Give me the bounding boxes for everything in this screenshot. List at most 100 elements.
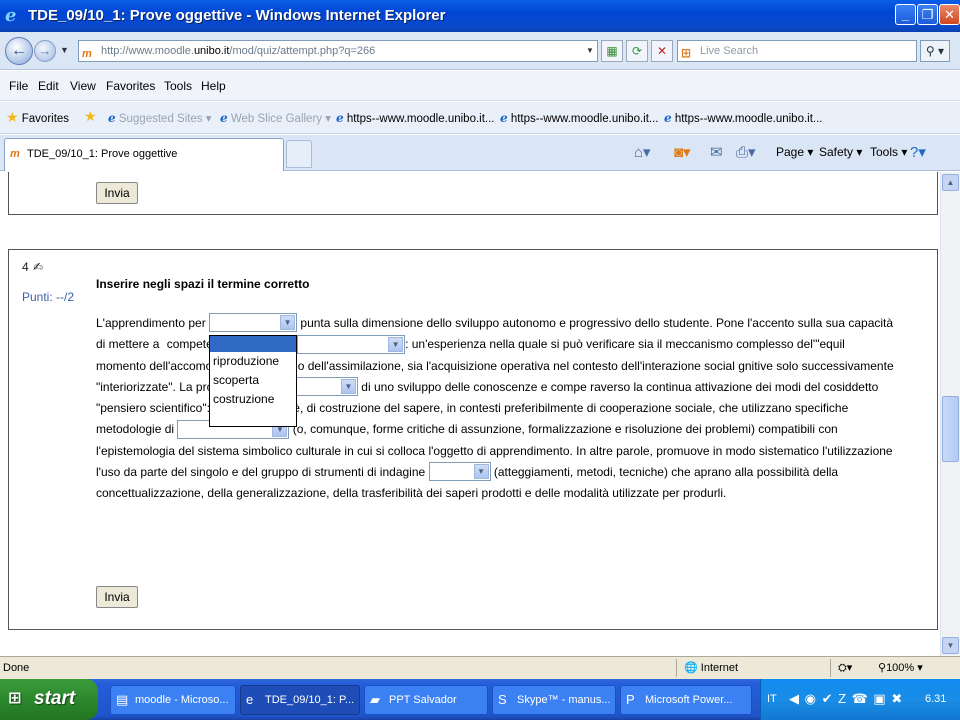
url-prefix: http://www.moodle. (101, 45, 194, 57)
menu-help[interactable]: Help (201, 79, 226, 93)
favorite-suggested-sites[interactable]: e Suggested Sites ▾ (108, 111, 212, 125)
dropdown-option-costruzione[interactable]: costruzione (210, 390, 296, 409)
ie-page-icon: e (336, 111, 344, 125)
favorite-moodle-link-3[interactable]: e https--www.moodle.unibo.it... (664, 111, 823, 125)
refresh-icon[interactable]: ⟳ (626, 40, 648, 62)
submit-button[interactable]: Invia (96, 586, 138, 608)
menu-file[interactable]: File (9, 79, 28, 93)
safety-menu[interactable]: Safety ▾ (819, 145, 862, 159)
menu-bar: File Edit View Favorites Tools Help (0, 71, 960, 101)
url-dropdown-icon[interactable]: ▼ (583, 41, 597, 61)
favorites-star-icon: ★ (6, 109, 19, 125)
favorites-button[interactable]: ★ Favorites (6, 109, 69, 126)
read-mail-icon[interactable]: ✉ (710, 143, 723, 161)
search-input[interactable]: ⊞ Live Search (677, 40, 917, 62)
word-icon: ▤ (116, 692, 129, 707)
favorite-label: Suggested Sites ▾ (118, 113, 212, 125)
page-menu[interactable]: Page ▾ (776, 145, 813, 159)
ie-page-icon: e (664, 111, 672, 125)
back-button[interactable]: ← (5, 37, 33, 65)
start-button[interactable]: ⊞ start (0, 679, 98, 720)
scroll-down-icon[interactable]: ▼ (942, 637, 959, 654)
clock: 6.31 (925, 693, 947, 705)
language-indicator[interactable]: IT (767, 693, 777, 705)
system-tray: IT ◀ ◉ ✔ Z ☎ ▣ ✖ 6.31 (760, 679, 960, 720)
recent-pages-dropdown-icon[interactable]: ▼ (60, 45, 69, 55)
question-box: 4 ✍ Punti: --/2 Inserire negli spazi il … (8, 249, 938, 630)
tray-icons[interactable]: ◀ ◉ ✔ Z ☎ ▣ ✖ (789, 691, 903, 707)
new-tab-button[interactable] (286, 140, 312, 168)
url-host: unibo.it (193, 45, 230, 57)
moodle-favicon-icon: m (82, 48, 92, 60)
gap-select-1[interactable]: ▼ (209, 313, 298, 333)
stop-icon[interactable]: ✕ (651, 40, 673, 62)
minimize-button[interactable]: _ (895, 4, 916, 25)
favorite-web-slice-gallery[interactable]: e Web Slice Gallery ▾ (220, 111, 331, 125)
ie-page-icon: e (500, 111, 508, 125)
chevron-down-icon: ▼ (280, 315, 296, 331)
tools-menu[interactable]: Tools ▾ (870, 145, 907, 159)
gap-select-5[interactable]: ▼ (428, 462, 491, 482)
gap-select-1-options: riproduzione scoperta costruzione (209, 335, 297, 427)
chevron-down-icon: ▼ (388, 336, 404, 352)
edit-pencil-icon: ✍ (33, 260, 44, 274)
add-to-favorites-icon[interactable]: ★ (84, 108, 97, 125)
gap-select-2[interactable]: ▼ (297, 334, 406, 354)
menu-favorites[interactable]: Favorites (106, 79, 155, 93)
ie-page-icon: e (108, 111, 116, 125)
help-icon[interactable]: ?▾ (910, 143, 926, 161)
favorite-label: https--www.moodle.unibo.it... (674, 113, 823, 125)
address-toolbar: ← → ▼ m http://www.moodle.unibo.it/mod/q… (0, 32, 960, 70)
tab-active[interactable]: m TDE_09/10_1: Prove oggettive (4, 138, 284, 171)
compatibility-view-icon[interactable]: ▦ (601, 40, 623, 62)
globe-icon: 🌐 (684, 662, 698, 674)
favorite-moodle-link-2[interactable]: e https--www.moodle.unibo.it... (500, 111, 659, 125)
zoom-level[interactable]: ⚲100% ▾ (878, 661, 923, 674)
chevron-down-icon: ▼ (473, 464, 489, 480)
dropdown-option-riproduzione[interactable]: riproduzione (210, 352, 296, 371)
security-zone[interactable]: 🌐 Internet (684, 661, 738, 674)
task-word[interactable]: ▤ moodle - Microso... (110, 685, 236, 715)
url-input[interactable]: m http://www.moodle.unibo.it/mod/quiz/at… (78, 40, 598, 62)
folder-icon: ▰ (370, 692, 380, 707)
vertical-scrollbar[interactable]: ▲ ▼ (940, 172, 960, 656)
dropdown-option-scoperta[interactable]: scoperta (210, 371, 296, 390)
forward-button[interactable]: → (34, 40, 56, 62)
menu-edit[interactable]: Edit (38, 79, 59, 93)
maximize-button[interactable]: ❐ (917, 4, 938, 25)
tab-bar: m TDE_09/10_1: Prove oggettive ⌂▾ ◙▾ ✉ ⎙… (0, 135, 960, 171)
zoom-icon: ⚲ (878, 662, 887, 674)
ie-icon: e (246, 692, 254, 707)
task-ie[interactable]: e TDE_09/10_1: P... (240, 685, 360, 715)
task-skype[interactable]: S Skype™ - manus... (492, 685, 616, 715)
scroll-up-icon[interactable]: ▲ (942, 174, 959, 191)
taskbar: ⊞ start ▤ moodle - Microso... e TDE_09/10_… (0, 679, 960, 720)
scroll-thumb[interactable] (942, 396, 959, 462)
task-folder[interactable]: ▰ PPT Salvador (364, 685, 488, 715)
submit-button[interactable]: Invia (96, 182, 138, 204)
menu-tools[interactable]: Tools (164, 79, 192, 93)
magnifier-icon: ⚲ (925, 44, 935, 58)
page-content: Invia 4 ✍ Punti: --/2 Inserire negli spa… (0, 172, 960, 656)
favorite-label: https--www.moodle.unibo.it... (510, 113, 659, 125)
task-powerpoint[interactable]: P Microsoft Power... (620, 685, 752, 715)
window-title: TDE_09/10_1: Prove oggettive - Windows I… (28, 7, 446, 24)
menu-view[interactable]: View (70, 79, 96, 93)
skype-icon: S (498, 692, 507, 707)
print-icon[interactable]: ⎙▾ (736, 143, 756, 161)
favorite-label: Web Slice Gallery ▾ (230, 113, 331, 125)
favorite-moodle-link-1[interactable]: e https--www.moodle.unibo.it... (336, 111, 495, 125)
tab-label: TDE_09/10_1: Prove oggettive (27, 148, 178, 160)
close-button[interactable]: ✕ (939, 4, 960, 25)
home-icon[interactable]: ⌂▾ (634, 143, 651, 161)
dropdown-option-blank[interactable] (210, 336, 296, 352)
live-search-icon: ⊞ (681, 46, 692, 60)
search-button[interactable]: ⚲ ▾ (920, 40, 950, 62)
powerpoint-icon: P (626, 692, 635, 707)
windows-flag-icon: ⊞ (8, 690, 22, 707)
question-number: 4 ✍ (22, 260, 44, 274)
favorites-label: Favorites (21, 113, 70, 125)
protected-mode-icon[interactable]: ⛭▾ (838, 661, 852, 675)
feeds-icon[interactable]: ◙▾ (674, 143, 691, 161)
ie-logo-icon: e (5, 5, 17, 26)
